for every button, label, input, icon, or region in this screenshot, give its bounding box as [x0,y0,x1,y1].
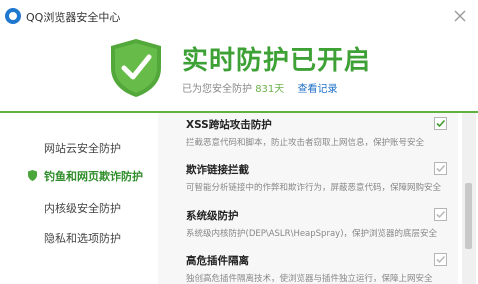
feature-item-xss: XSS跨站攻击防护 拦截恶意代码和脚本，防止攻击者窃取上网信息，保护账号安全 [186,117,466,148]
shield-icon [110,38,162,102]
feature-title: 欺诈链接拦截 [186,164,249,176]
feature-title: XSS跨站攻击防护 [186,119,272,131]
feature-description: 独创高危插件隔离技术，使浏览器与插件独立运行，保障上网安全 [186,274,433,284]
scrollbar-thumb[interactable] [465,183,472,249]
sidebar-item-label: 网站云安全防护 [44,142,121,155]
feature-item-fraud-link: 欺诈链接拦截 可智能分析链接中的作弊和欺诈行为，屏蔽恶意代码，保障网购安全 [186,162,466,193]
sidebar-item-label: 隐私和选项防护 [44,232,121,245]
feature-title: 系统级防护 [186,210,239,222]
sidebar-item-kernel[interactable]: 内核级安全防护 [0,195,158,219]
feature-description: 拦截恶意代码和脚本，防止攻击者窃取上网信息，保护账号安全 [186,138,425,148]
feature-title: 高危插件隔离 [186,255,249,267]
title-bar: QQ浏览器安全中心 [0,0,478,32]
feature-description: 可智能分析链接中的作弊和欺诈行为，屏蔽恶意代码，保障网购安全 [186,183,442,193]
shield-small-icon [28,170,37,184]
feature-description: 系统级内核防护(DEP\ASLR\HeapSpray)，保护浏览器的底层安全 [186,229,438,239]
checkbox-xss[interactable] [434,117,447,130]
protection-status-headline: 实时防护已开启 [182,46,372,76]
checkbox-system[interactable] [434,208,447,221]
feature-list: XSS跨站攻击防护 拦截恶意代码和脚本，防止攻击者窃取上网信息，保护账号安全 欺… [158,113,458,284]
checkbox-fraud-link[interactable] [434,162,447,175]
protection-duration-label: 已为您安全防护 [182,84,252,95]
protection-duration: 已为您安全防护 831天 查看记录 [182,80,337,95]
sidebar-item-website-cloud[interactable]: 网站云安全防护 [0,135,158,159]
close-icon[interactable] [452,8,468,24]
feature-item-system: 系统级防护 系统级内核防护(DEP\ASLR\HeapSpray)，保护浏览器的… [186,208,466,239]
view-records-link[interactable]: 查看记录 [297,84,337,95]
qq-browser-logo-icon [5,8,21,24]
app-title: QQ浏览器安全中心 [26,11,121,24]
sidebar: 网站云安全防护 钓鱼和网页欺诈防护 内核级安全防护 隐私和选项防护 [0,113,158,284]
feature-item-plugin-isolation: 高危插件隔离 独创高危插件隔离技术，使浏览器与插件独立运行，保障上网安全 [186,253,466,284]
sidebar-item-phishing[interactable]: 钓鱼和网页欺诈防护 [0,163,158,187]
sidebar-item-privacy[interactable]: 隐私和选项防护 [0,225,158,249]
checkbox-plugin-isolation[interactable] [434,253,447,266]
sidebar-item-label: 内核级安全防护 [44,202,121,215]
sidebar-item-label: 钓鱼和网页欺诈防护 [44,170,143,183]
protection-days: 831天 [255,84,285,95]
